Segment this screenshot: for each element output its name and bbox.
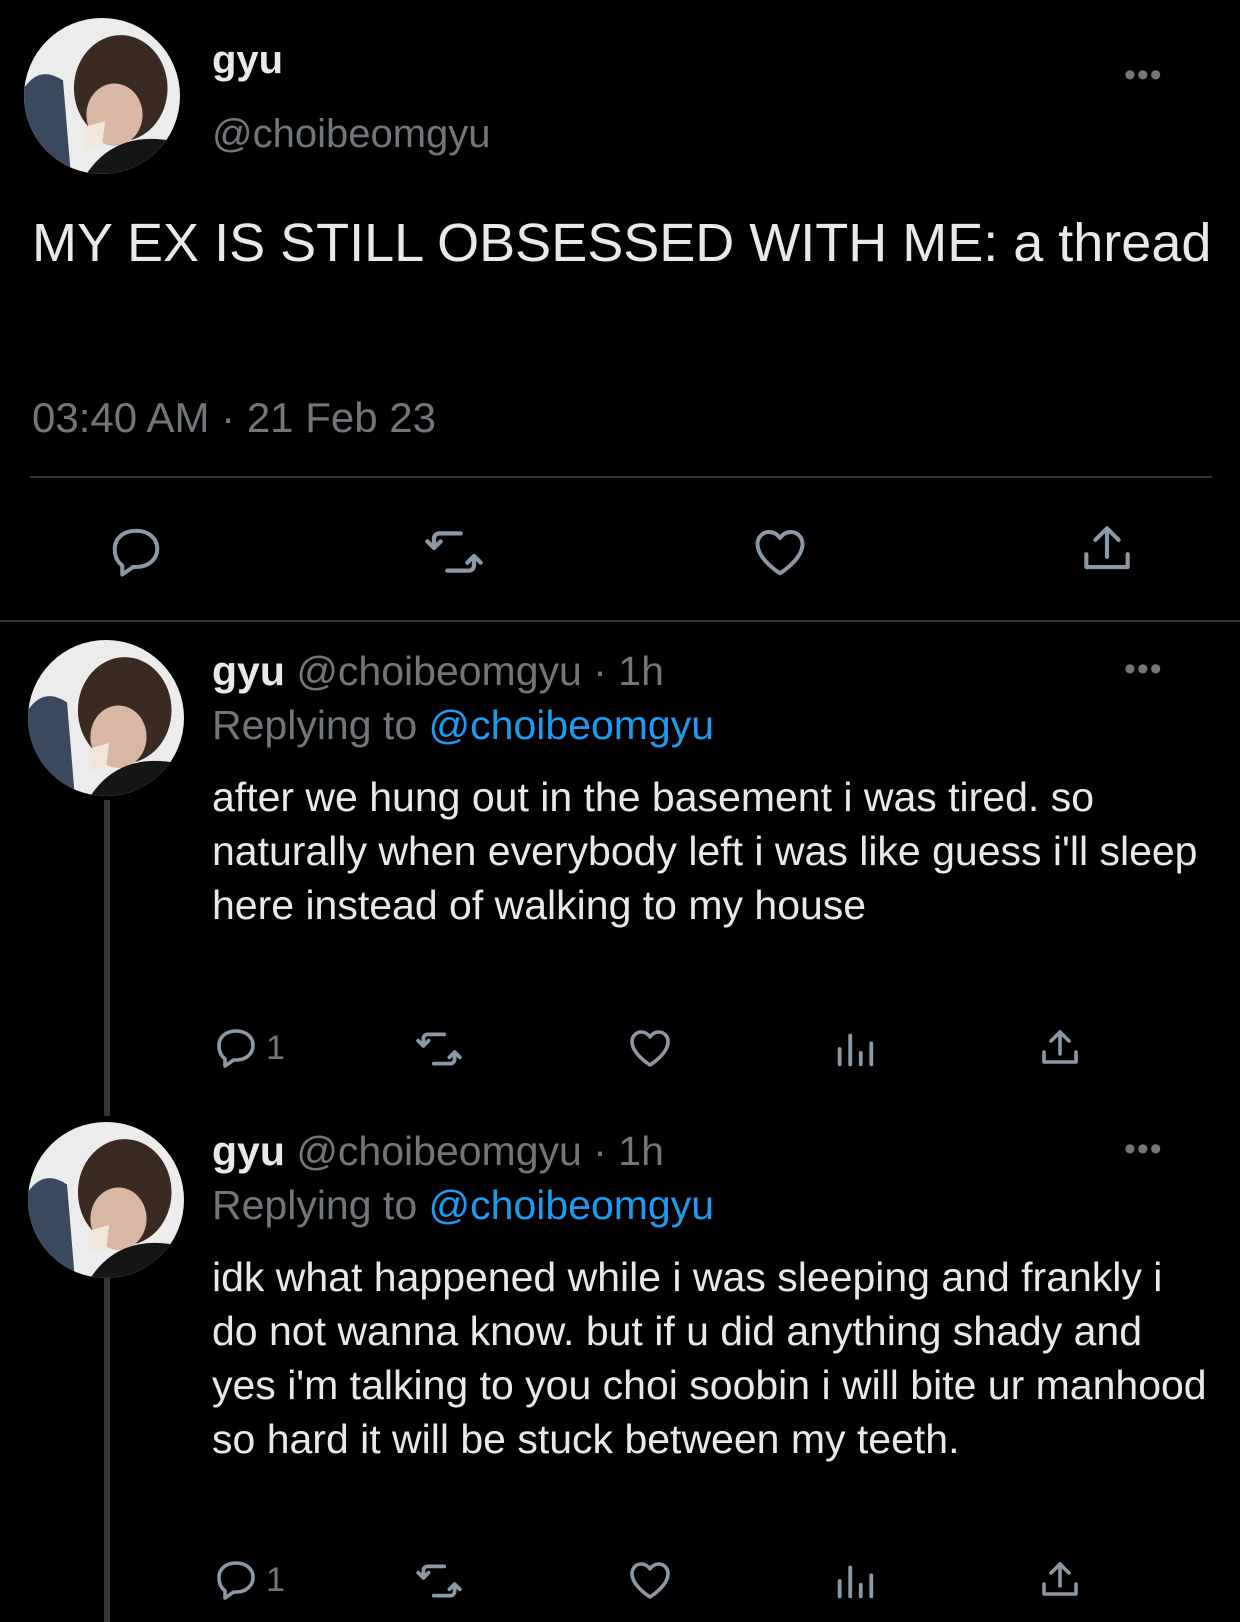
share-icon bbox=[1084, 526, 1130, 570]
retweet-button[interactable] bbox=[414, 1556, 464, 1606]
more-icon[interactable]: ••• bbox=[1124, 58, 1163, 92]
like-icon bbox=[630, 1562, 670, 1599]
mention-link[interactable]: @choibeomgyu bbox=[429, 1182, 715, 1228]
replying-to-label: Replying to bbox=[212, 702, 418, 748]
reply-button[interactable]: 1 bbox=[212, 1024, 285, 1072]
share-icon bbox=[1042, 1030, 1078, 1064]
replying-to: Replying to @choibeomgyu bbox=[212, 702, 714, 749]
avatar[interactable] bbox=[28, 1122, 184, 1278]
reply-icon bbox=[217, 1561, 255, 1600]
views-button[interactable] bbox=[832, 1558, 878, 1604]
more-icon[interactable]: ••• bbox=[1124, 652, 1163, 686]
display-name[interactable]: gyu bbox=[212, 648, 285, 694]
tweet-date[interactable]: 21 Feb 23 bbox=[247, 394, 436, 441]
reply-header: gyu @choibeomgyu · 1h bbox=[212, 648, 664, 695]
meta-separator: · bbox=[221, 394, 236, 441]
tweet-text: MY EX IS STILL OBSESSED WITH ME: a threa… bbox=[32, 213, 1212, 273]
tweet-time[interactable]: 03:40 AM bbox=[32, 394, 209, 441]
retweet-button[interactable] bbox=[414, 1024, 464, 1074]
divider bbox=[0, 620, 1240, 622]
tweet-text: idk what happened while i was sleeping a… bbox=[212, 1254, 1207, 1462]
replying-to-label: Replying to bbox=[212, 1182, 418, 1228]
reply-icon bbox=[217, 1029, 255, 1068]
reply-count: 1 bbox=[266, 1028, 285, 1067]
views-icon bbox=[837, 1033, 874, 1067]
avatar[interactable] bbox=[24, 18, 180, 174]
replying-to: Replying to @choibeomgyu bbox=[212, 1182, 714, 1229]
reply-header: gyu @choibeomgyu · 1h bbox=[212, 1128, 664, 1175]
reply-button[interactable]: 1 bbox=[212, 1556, 285, 1604]
reply-icon bbox=[112, 528, 160, 577]
meta-separator: · bbox=[593, 648, 607, 694]
like-button[interactable] bbox=[626, 1024, 674, 1072]
thread-connector bbox=[104, 800, 110, 1116]
tweet-timestamp: 03:40 AM · 21 Feb 23 bbox=[32, 394, 436, 442]
divider bbox=[30, 476, 1212, 478]
like-button[interactable] bbox=[626, 1556, 674, 1604]
retweet-icon bbox=[416, 1032, 462, 1066]
like-icon bbox=[755, 530, 805, 576]
user-handle[interactable]: @choibeomgyu bbox=[296, 1128, 582, 1174]
user-handle[interactable]: @choibeomgyu bbox=[296, 648, 582, 694]
views-icon bbox=[837, 1565, 874, 1599]
share-button[interactable] bbox=[1076, 518, 1138, 580]
retweet-button[interactable] bbox=[422, 520, 486, 584]
mention-link[interactable]: @choibeomgyu bbox=[429, 702, 715, 748]
retweet-icon bbox=[425, 531, 483, 573]
like-button[interactable] bbox=[750, 522, 810, 582]
meta-separator: · bbox=[593, 1128, 607, 1174]
thread-connector bbox=[104, 1278, 110, 1622]
tweet-age[interactable]: 1h bbox=[618, 648, 664, 694]
tweet-age[interactable]: 1h bbox=[618, 1128, 664, 1174]
share-icon bbox=[1042, 1562, 1078, 1596]
more-icon[interactable]: ••• bbox=[1124, 1132, 1163, 1166]
share-button[interactable] bbox=[1036, 1556, 1084, 1604]
like-icon bbox=[630, 1030, 670, 1067]
display-name[interactable]: gyu bbox=[212, 38, 283, 83]
avatar[interactable] bbox=[28, 640, 184, 796]
views-button[interactable] bbox=[832, 1026, 878, 1072]
display-name[interactable]: gyu bbox=[212, 1128, 285, 1174]
tweet-text: after we hung out in the basement i was … bbox=[212, 774, 1198, 928]
share-button[interactable] bbox=[1036, 1024, 1084, 1072]
reply-button[interactable] bbox=[106, 522, 166, 582]
retweet-icon bbox=[416, 1564, 462, 1598]
user-handle[interactable]: @choibeomgyu bbox=[212, 112, 491, 157]
reply-count: 1 bbox=[266, 1560, 285, 1599]
